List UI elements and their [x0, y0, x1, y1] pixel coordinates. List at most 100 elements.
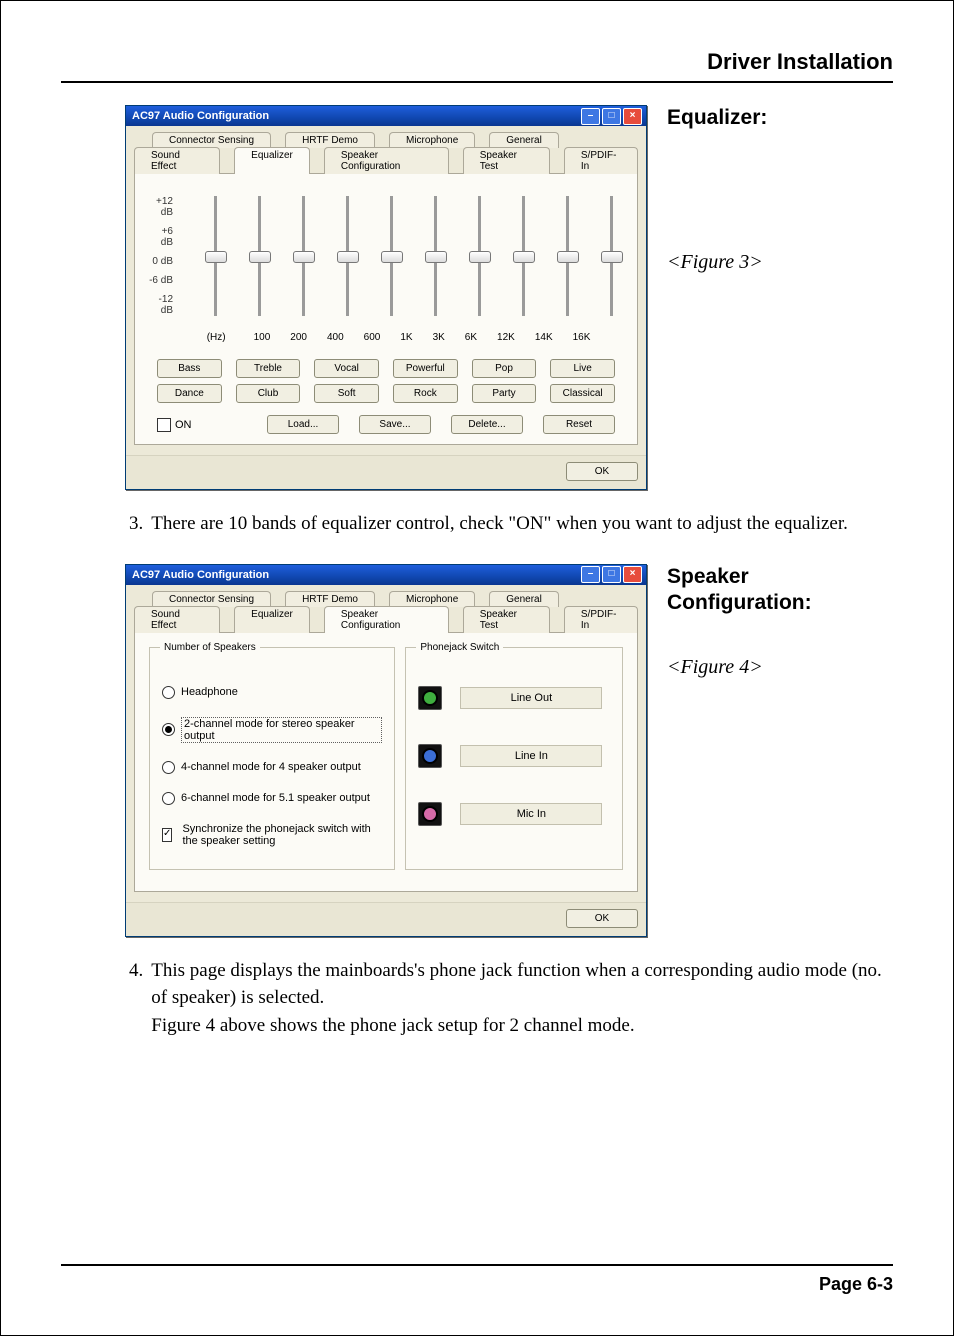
equalizer-bottom-row: ON Load... Save... Delete... Reset: [157, 415, 615, 434]
tab-general[interactable]: General: [489, 132, 559, 148]
titlebar: AC97 Audio Configuration – □ ×: [126, 565, 646, 585]
number-of-speakers-group: Number of Speakers Headphone 2-channel m…: [149, 647, 395, 870]
reset-button[interactable]: Reset: [543, 415, 615, 434]
figure-4-side: Speaker Configuration: <Figure 4>: [667, 564, 867, 937]
dialog-footer: OK: [126, 902, 646, 936]
tab-spdif-in[interactable]: S/PDIF-In: [564, 606, 638, 633]
tab-row-front: Sound Effect Equalizer Speaker Configura…: [134, 606, 638, 632]
tab-content-equalizer: +12 dB +6 dB 0 dB -6 dB -12 dB: [134, 173, 638, 445]
window-title: AC97 Audio Configuration: [132, 110, 579, 122]
hz-labels-row: (Hz) 100 200 400 600 1K 3K 6K 12K 14K 16…: [149, 332, 623, 343]
close-button[interactable]: ×: [623, 566, 642, 583]
page: Driver Installation AC97 Audio Configura…: [0, 0, 954, 1336]
tab-connector-sensing[interactable]: Connector Sensing: [152, 132, 271, 148]
db-label: +12 dB: [149, 196, 173, 218]
load-button[interactable]: Load...: [267, 415, 339, 434]
paragraph-text: This page displays the mainboards's phon…: [151, 957, 893, 1040]
eq-band-14khz[interactable]: [555, 196, 579, 316]
preset-soft[interactable]: Soft: [314, 384, 379, 403]
eq-band-12khz[interactable]: [511, 196, 535, 316]
preset-pop[interactable]: Pop: [472, 359, 537, 378]
eq-band-1khz[interactable]: [379, 196, 403, 316]
ac97-config-window-speaker: AC97 Audio Configuration – □ × Connector…: [125, 564, 647, 937]
tab-general[interactable]: General: [489, 591, 559, 607]
speakers-legend: Number of Speakers: [160, 642, 260, 653]
tab-speaker-test[interactable]: Speaker Test: [463, 147, 550, 174]
jack-label[interactable]: Mic In: [460, 803, 602, 825]
tab-microphone[interactable]: Microphone: [389, 591, 475, 607]
eq-band-200hz[interactable]: [247, 196, 271, 316]
preset-club[interactable]: Club: [236, 384, 301, 403]
eq-band-16khz[interactable]: [599, 196, 623, 316]
radio-label: 6-channel mode for 5.1 speaker output: [181, 792, 370, 804]
on-checkbox[interactable]: ON: [157, 418, 192, 432]
sync-checkbox[interactable]: Synchronize the phonejack switch with th…: [162, 823, 382, 847]
radio-headphone[interactable]: Headphone: [162, 686, 382, 699]
jack-label[interactable]: Line In: [460, 745, 602, 767]
jack-line-out: Line Out: [418, 686, 610, 710]
tab-spdif-in[interactable]: S/PDIF-In: [564, 147, 638, 174]
tab-hrtf-demo[interactable]: HRTF Demo: [285, 591, 375, 607]
paragraph-3: 3. There are 10 bands of equalizer contr…: [129, 510, 893, 538]
tabs-area: Connector Sensing HRTF Demo Microphone G…: [126, 126, 646, 455]
radio-label: 2-channel mode for stereo speaker output: [181, 717, 382, 743]
tab-sound-effect[interactable]: Sound Effect: [134, 606, 220, 633]
tab-connector-sensing[interactable]: Connector Sensing: [152, 591, 271, 607]
titlebar: AC97 Audio Configuration – □ ×: [126, 106, 646, 126]
jack-label[interactable]: Line Out: [460, 687, 602, 709]
figure-3-label: <Figure 3>: [667, 251, 867, 274]
tab-sound-effect[interactable]: Sound Effect: [134, 147, 220, 174]
equalizer-area: +12 dB +6 dB 0 dB -6 dB -12 dB: [149, 188, 623, 328]
close-button[interactable]: ×: [623, 108, 642, 125]
on-label: ON: [175, 418, 192, 430]
maximize-button[interactable]: □: [602, 108, 621, 125]
hz-label: 1K: [400, 332, 412, 343]
preset-classical[interactable]: Classical: [550, 384, 615, 403]
sync-label: Synchronize the phonejack switch with th…: [182, 823, 382, 847]
hz-label: 14K: [535, 332, 553, 343]
hz-head: (Hz): [182, 332, 226, 343]
radio-6-channel[interactable]: 6-channel mode for 5.1 speaker output: [162, 792, 382, 805]
eq-band-3khz[interactable]: [423, 196, 447, 316]
eq-band-400hz[interactable]: [291, 196, 315, 316]
maximize-button[interactable]: □: [602, 566, 621, 583]
preset-rock[interactable]: Rock: [393, 384, 458, 403]
hz-label: 6K: [465, 332, 477, 343]
phonejack-legend: Phonejack Switch: [416, 642, 503, 653]
preset-powerful[interactable]: Powerful: [393, 359, 458, 378]
preset-bass[interactable]: Bass: [157, 359, 222, 378]
tab-speaker-configuration[interactable]: Speaker Configuration: [324, 606, 449, 633]
figure-4-row: AC97 Audio Configuration – □ × Connector…: [125, 564, 893, 937]
tab-equalizer[interactable]: Equalizer: [234, 606, 310, 633]
preset-party[interactable]: Party: [472, 384, 537, 403]
checkbox-icon: [162, 828, 172, 842]
jack-icon-green: [418, 686, 442, 710]
tab-speaker-test[interactable]: Speaker Test: [463, 606, 550, 633]
preset-vocal[interactable]: Vocal: [314, 359, 379, 378]
preset-dance[interactable]: Dance: [157, 384, 222, 403]
jack-mic-in: Mic In: [418, 802, 610, 826]
delete-button[interactable]: Delete...: [451, 415, 523, 434]
hz-label: 16K: [573, 332, 591, 343]
speaker-heading: Speaker Configuration:: [667, 564, 867, 617]
preset-buttons: Bass Treble Vocal Powerful Pop Live Danc…: [157, 359, 615, 403]
tab-speaker-configuration[interactable]: Speaker Configuration: [324, 147, 449, 174]
eq-band-6khz[interactable]: [467, 196, 491, 316]
minimize-button[interactable]: –: [581, 566, 600, 583]
tab-equalizer[interactable]: Equalizer: [234, 147, 310, 174]
figure-3-side: Equalizer: <Figure 3>: [667, 105, 867, 490]
ok-button[interactable]: OK: [566, 462, 638, 481]
eq-band-600hz[interactable]: [335, 196, 359, 316]
eq-band-100hz[interactable]: [203, 196, 227, 316]
tab-row-front: Sound Effect Equalizer Speaker Configura…: [134, 147, 638, 173]
radio-2-channel[interactable]: 2-channel mode for stereo speaker output: [162, 717, 382, 743]
ok-button[interactable]: OK: [566, 909, 638, 928]
save-button[interactable]: Save...: [359, 415, 431, 434]
minimize-button[interactable]: –: [581, 108, 600, 125]
tab-row-back: Connector Sensing HRTF Demo Microphone G…: [152, 591, 638, 606]
preset-treble[interactable]: Treble: [236, 359, 301, 378]
tab-microphone[interactable]: Microphone: [389, 132, 475, 148]
preset-live[interactable]: Live: [550, 359, 615, 378]
radio-4-channel[interactable]: 4-channel mode for 4 speaker output: [162, 761, 382, 774]
tab-hrtf-demo[interactable]: HRTF Demo: [285, 132, 375, 148]
